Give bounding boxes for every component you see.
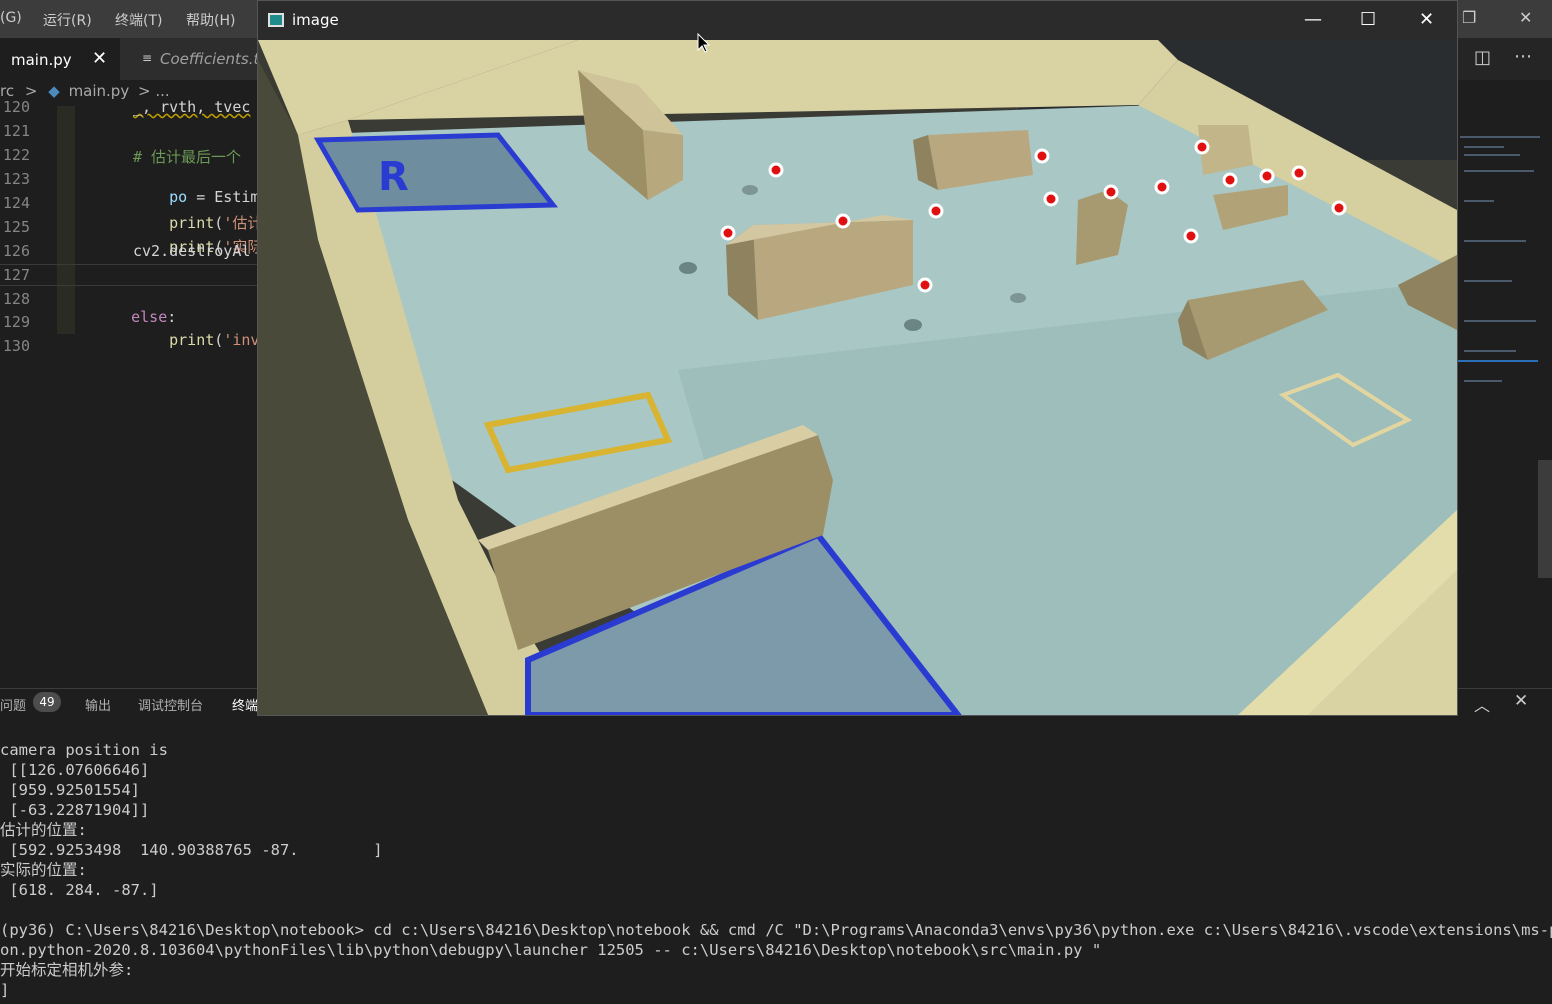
- code-line: 130: [0, 337, 30, 361]
- terminal-line: on.python-2020.8.103604\pythonFiles\lib\…: [0, 941, 1102, 959]
- terminal-line: [592.9253498 140.90388765 -87. ]: [0, 841, 383, 859]
- line-number: 122: [2, 146, 30, 164]
- line-number: 124: [2, 194, 30, 212]
- close-tab-icon[interactable]: ✕: [92, 48, 107, 69]
- terminal-line: camera position is: [0, 741, 168, 759]
- split-editor-icon[interactable]: ◫: [1474, 47, 1491, 68]
- svg-text:R: R: [378, 154, 409, 200]
- terminal-line: [959.92501554]: [0, 781, 140, 799]
- close-window-icon[interactable]: ✕: [1519, 8, 1532, 27]
- maximize-icon[interactable]: ☐: [1360, 9, 1376, 30]
- terminal-line: [[126.07606646]: [0, 761, 150, 779]
- code-comment: # 估计最后一个: [133, 148, 242, 166]
- terminal-line: 实际的位置:: [0, 861, 87, 879]
- code-token: (: [214, 331, 224, 349]
- terminal-line: (py36) C:\Users\84216\Desktop\notebook> …: [0, 921, 1552, 939]
- image-window[interactable]: image — ☐ ✕ R: [257, 0, 1458, 716]
- line-number: 125: [2, 218, 30, 236]
- terminal-line: [618. 284. -87.]: [0, 881, 159, 899]
- python-file-icon: ◆: [48, 82, 60, 100]
- menu-item-run[interactable]: 运行(R): [43, 10, 92, 30]
- minimap[interactable]: [1458, 80, 1552, 688]
- minimize-icon[interactable]: —: [1304, 9, 1322, 30]
- tab-coefficients[interactable]: ≡ Coefficients.tx: [120, 38, 268, 80]
- mouse-cursor-icon: [697, 33, 711, 53]
- code-text: _, rvth, tvec: [133, 98, 251, 116]
- arena-camera-image: R: [258, 40, 1457, 715]
- breadcrumb-file[interactable]: main.py: [69, 82, 130, 100]
- indent-guide: [57, 106, 75, 334]
- line-number: 130: [2, 337, 30, 355]
- menu-item-go[interactable]: (G): [0, 10, 22, 26]
- terminal-line: ]: [0, 981, 10, 999]
- window-app-icon: [268, 13, 284, 27]
- maximize-panel-icon[interactable]: ︿: [1474, 692, 1490, 716]
- problems-count-badge: 49: [33, 692, 61, 712]
- close-icon[interactable]: ✕: [1419, 9, 1434, 30]
- menu-item-terminal[interactable]: 终端(T): [115, 10, 162, 30]
- line-number: 127: [2, 266, 30, 284]
- code-line: 120 _, rvth, tvec: [0, 98, 251, 122]
- code-line: 129 print('invali: [0, 313, 287, 349]
- menu-item-help[interactable]: 帮助(H): [186, 10, 235, 30]
- line-number: 121: [2, 122, 30, 140]
- code-text: cv2.destroyAl: [133, 242, 251, 260]
- line-number: 129: [2, 313, 30, 331]
- code-line: 121: [0, 122, 30, 146]
- image-window-titlebar[interactable]: image — ☐ ✕: [258, 1, 1457, 40]
- code-line: 122 # 估计最后一个: [0, 146, 241, 170]
- line-number: 126: [2, 242, 30, 260]
- tab-terminal[interactable]: 终端: [232, 695, 258, 714]
- tab-problems[interactable]: 问题: [0, 695, 26, 714]
- code-line: 127: [0, 266, 30, 290]
- line-number: 128: [2, 290, 30, 308]
- tab-label: Coefficients.tx: [160, 50, 269, 68]
- tab-label: main.py: [11, 51, 72, 69]
- more-actions-icon[interactable]: ⋯: [1514, 46, 1532, 67]
- terminal-line: 开始标定相机外参:: [0, 961, 134, 979]
- tab-output[interactable]: 输出: [85, 695, 111, 714]
- restore-window-icon[interactable]: ❐: [1462, 8, 1476, 27]
- code-line: 124 print('估计的: [0, 194, 277, 232]
- editor-actions: ◫ ⋯: [1458, 38, 1552, 80]
- code-line: 125 print('实际的: [0, 218, 277, 256]
- terminal-line: [-63.22871904]]: [0, 801, 150, 819]
- tab-debug-console[interactable]: 调试控制台: [138, 695, 203, 714]
- tab-main-py[interactable]: main.py ✕: [0, 38, 120, 80]
- code-line: 123 po = Estimate: [0, 170, 287, 206]
- code-line: 128 else:: [0, 290, 176, 326]
- text-file-icon: ≡: [142, 51, 153, 65]
- code-line: 126 cv2.destroyAl: [0, 242, 251, 266]
- line-number: 120: [2, 98, 30, 116]
- line-number: 123: [2, 170, 30, 188]
- terminal-line: 估计的位置:: [0, 821, 87, 839]
- terminal-output[interactable]: camera position is [[126.07606646] [959.…: [0, 740, 1552, 1004]
- close-panel-icon[interactable]: ✕: [1514, 691, 1528, 711]
- image-window-title: image: [292, 11, 339, 29]
- code-token: print: [169, 331, 215, 349]
